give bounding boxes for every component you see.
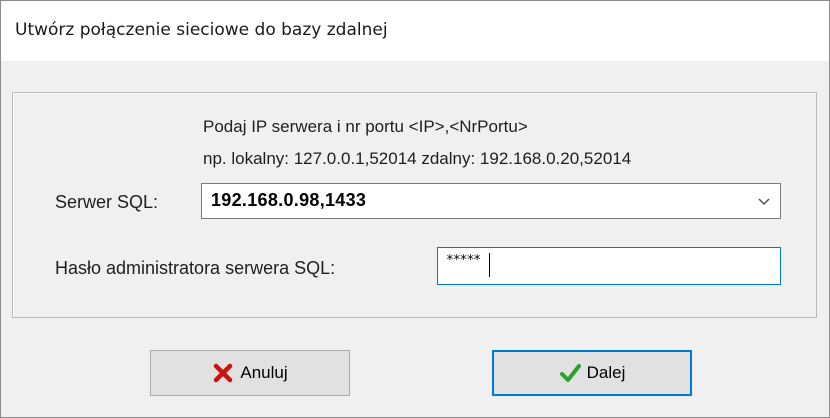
- green-check-icon: [559, 362, 581, 384]
- next-button[interactable]: Dalej: [492, 350, 692, 396]
- hint-line-1: Podaj IP serwera i nr portu <IP>,<NrPort…: [203, 117, 528, 136]
- dialog-window: Utwórz połączenie sieciowe do bazy zdaln…: [0, 0, 830, 418]
- text-caret: [489, 253, 490, 277]
- cancel-button-label: Anuluj: [240, 363, 288, 382]
- server-combobox[interactable]: 192.168.0.98,1433: [201, 183, 781, 219]
- password-input[interactable]: *****: [437, 247, 781, 285]
- server-label: Serwer SQL:: [55, 192, 159, 212]
- red-x-icon: [212, 362, 234, 384]
- next-button-label: Dalej: [586, 363, 626, 382]
- password-label: Hasło administratora serwera SQL:: [55, 258, 336, 278]
- hint-line-2: np. lokalny: 127.0.0.1,52014 zdalny: 192…: [203, 149, 632, 168]
- window-title: Utwórz połączenie sieciowe do bazy zdaln…: [15, 20, 388, 40]
- server-value: 192.168.0.98,1433: [211, 190, 367, 210]
- title-bar: Utwórz połączenie sieciowe do bazy zdaln…: [1, 1, 829, 61]
- password-masked-value: *****: [446, 253, 481, 268]
- chevron-down-icon[interactable]: [756, 194, 772, 208]
- cancel-button[interactable]: Anuluj: [150, 350, 350, 396]
